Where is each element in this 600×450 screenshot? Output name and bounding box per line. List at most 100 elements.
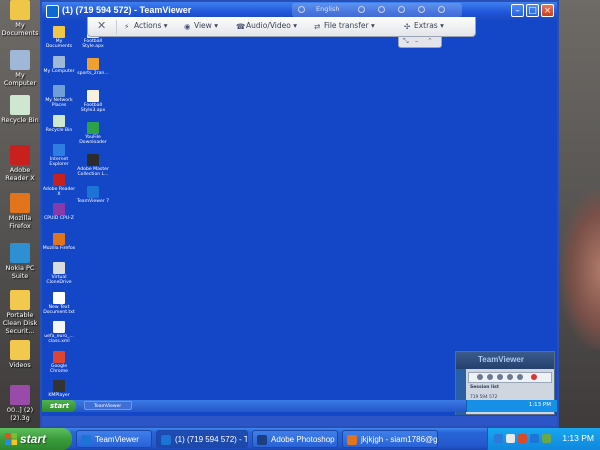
remote-icon-label: Virtual CloneDrive (46, 275, 72, 286)
remote-desktop-icon[interactable]: TeamViewer 7 (76, 186, 110, 204)
teamviewer-app-icon (46, 5, 59, 18)
desktop-item-icon (10, 340, 30, 360)
system-tray: 1:13 PM (487, 428, 600, 450)
remote-item-icon (87, 186, 99, 198)
panel-tool-icon[interactable] (507, 374, 513, 380)
desktop-icon[interactable]: Adobe Reader X (0, 145, 40, 182)
remote-desktop-icon[interactable]: uefa_euro_... class.xml (42, 321, 76, 345)
desktop-icon[interactable]: Recycle Bin (0, 95, 40, 124)
remote-item-icon (87, 122, 99, 134)
help-icon[interactable] (438, 6, 445, 13)
close-connection-icon[interactable]: ✕ (97, 19, 106, 32)
language-option-icon[interactable] (358, 6, 365, 13)
taskbar-task-button[interactable]: TeamViewer (76, 430, 152, 448)
remote-desktop-icon[interactable]: Recycle Bin (42, 114, 76, 133)
tray-security-icon[interactable] (542, 434, 551, 443)
remote-desktop-icon[interactable]: Mozilla Firefox (42, 232, 76, 251)
remote-icon-label: TeamViewer 7 (76, 199, 110, 204)
maximize-button[interactable]: □ (526, 4, 539, 17)
desktop-item-icon (10, 50, 30, 70)
task-label: Adobe Photoshop - [scr... (271, 435, 337, 444)
panel-close-icon[interactable] (531, 374, 537, 380)
extras-icon: ✣ (404, 22, 411, 31)
remote-desktop-icon[interactable]: sports_2ran... (76, 58, 110, 76)
panel-toolbar[interactable] (468, 372, 552, 383)
fullscreen-icon[interactable]: ⤡ (403, 37, 409, 46)
taskbar-task-button[interactable]: jkjkjgh - siam1786@g... (342, 430, 438, 448)
desktop-item-icon (10, 385, 30, 405)
remote-desktop-icon[interactable]: Google Chrome (42, 350, 76, 375)
language-option-icon[interactable] (418, 6, 425, 13)
audio-video-icon: ☎ (236, 22, 246, 31)
remote-icon-label: Football Style3.apx (80, 103, 106, 114)
desktop-icon-label: My Documents (1, 21, 39, 37)
remote-desktop-icon[interactable]: Adobe Master Collection L... (76, 154, 110, 178)
remote-desktop-icon[interactable]: My Network Places (42, 85, 76, 109)
remote-desktop-icon[interactable]: Virtual CloneDrive (42, 262, 76, 286)
remote-item-icon (53, 321, 65, 333)
taskbar-clock[interactable]: 1:13 PM (562, 433, 594, 443)
taskbar-task-button[interactable]: Adobe Photoshop - [scr... (252, 430, 338, 448)
taskbar-task-button[interactable]: (1) (719 594 572) - T... (156, 430, 248, 448)
remote-desktop-icon[interactable]: Football Style3.apx (76, 90, 110, 114)
panel-tool-icon[interactable] (477, 374, 483, 380)
remote-icon-label: KMPlayer (48, 393, 70, 398)
panel-tool-icon[interactable] (517, 374, 523, 380)
remote-icon-label: uefa_euro_... class.xml (44, 334, 74, 345)
toolbar-subbar: ⤡ – ⌃ (398, 37, 442, 48)
session-list-label[interactable]: Session list (470, 385, 499, 390)
view-menu[interactable]: ◉ View ▾ (184, 21, 218, 31)
desktop-icon[interactable]: Nokia PC Suite (0, 243, 40, 280)
remote-desktop-icon[interactable]: CPUID CPU-Z (42, 203, 76, 221)
remote-task-teamviewer[interactable]: TeamViewer (84, 401, 132, 410)
desktop-icon-label: My Computer (3, 71, 37, 87)
remote-desktop-icon[interactable]: YouFile Downloader (76, 122, 110, 146)
minimize-button[interactable]: – (511, 4, 524, 17)
remote-item-icon (87, 58, 99, 70)
desktop-icon[interactable]: Mozilla Firefox (0, 193, 40, 230)
remote-icon-label: Internet Explorer (49, 157, 69, 168)
tray-network-icon[interactable] (494, 434, 503, 443)
desktop-item-icon (10, 95, 30, 115)
close-button[interactable]: × (541, 4, 554, 17)
desktop-icon[interactable]: My Computer (0, 50, 40, 87)
remote-desktop-icon[interactable]: My Documents (42, 26, 76, 50)
panel-tool-icon[interactable] (497, 374, 503, 380)
extras-menu[interactable]: ✣ Extras ▾ (404, 21, 444, 31)
language-option-icon[interactable] (398, 6, 405, 13)
tray-volume-icon[interactable] (506, 434, 515, 443)
teamviewer-logo: TeamViewer (478, 355, 524, 364)
remote-desktop-icon[interactable]: New Text Document.txt (42, 291, 76, 316)
desktop-icon[interactable]: Videos (0, 340, 40, 369)
remote-desktop-icon[interactable]: My Computer (42, 55, 76, 74)
task-app-icon (347, 435, 357, 445)
keyboard-icon[interactable] (298, 6, 305, 13)
audio-video-menu[interactable]: ☎Audio/Video ▾ (236, 21, 297, 31)
remote-desktop[interactable]: My Documents My Computer My Network Places… (42, 20, 557, 416)
remote-desktop-icon[interactable]: Adobe Reader X (42, 173, 76, 198)
file-transfer-menu[interactable]: ⇄ File transfer ▾ (314, 21, 375, 31)
language-bar[interactable]: English (292, 3, 462, 17)
remote-item-icon (53, 26, 65, 38)
remote-start-button[interactable]: start (42, 400, 76, 412)
task-app-icon (161, 435, 171, 445)
remote-item-icon (53, 85, 65, 97)
collapse-toolbar-icon[interactable]: ⌃ (427, 37, 433, 45)
windows-flag-icon (5, 433, 17, 445)
language-label[interactable]: English (316, 5, 339, 13)
minimize-toolbar-icon[interactable]: – (415, 37, 419, 45)
remote-desktop-icon[interactable]: KMPlayer (42, 380, 76, 398)
desktop-icon-label: Portable Clean Disk Securit... (2, 311, 38, 335)
desktop-icon[interactable]: My Documents (0, 0, 40, 37)
desktop-icon-label: Recycle Bin (1, 116, 39, 124)
language-option-icon[interactable] (378, 6, 385, 13)
tray-app-icon[interactable] (518, 434, 527, 443)
desktop-icon[interactable]: 00..] (2)(2).3g (0, 385, 40, 422)
tray-teamviewer-icon[interactable] (530, 434, 539, 443)
remote-icon-label: Adobe Master Collection L... (77, 167, 109, 178)
panel-tool-icon[interactable] (487, 374, 493, 380)
remote-desktop-icon[interactable]: Internet Explorer (42, 144, 76, 168)
start-button[interactable]: start (0, 428, 72, 450)
desktop-icon[interactable]: Portable Clean Disk Securit... (0, 290, 40, 335)
actions-menu[interactable]: ⚡ Actions ▾ (124, 21, 168, 31)
